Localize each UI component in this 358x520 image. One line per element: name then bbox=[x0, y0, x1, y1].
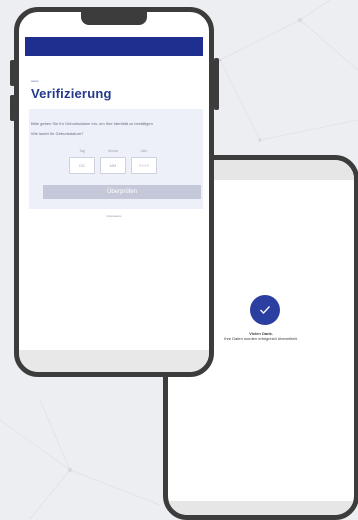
month-label: Monat bbox=[108, 149, 118, 153]
phone-side-button bbox=[10, 60, 15, 86]
intro-text: Bitte geben Sie Ihr Geburtsdatum ein, um… bbox=[31, 121, 153, 126]
success-check-icon bbox=[250, 295, 280, 325]
year-input[interactable]: YYYY bbox=[131, 157, 157, 174]
day-input[interactable]: DD bbox=[69, 157, 95, 174]
page-title: Verifizierung bbox=[31, 86, 112, 101]
brand-logo: swiss bbox=[31, 79, 39, 83]
phone-side-button bbox=[214, 58, 219, 110]
year-label: Jahr bbox=[140, 149, 148, 153]
day-label: Tag bbox=[79, 149, 85, 153]
verification-screen: swiss Verifizierung Bitte geben Sie Ihr … bbox=[19, 12, 209, 372]
month-input[interactable]: MM bbox=[100, 157, 126, 174]
verification-phone: swiss Verifizierung Bitte geben Sie Ihr … bbox=[14, 7, 214, 377]
birthdate-question: Wie lautet Ihr Geburtsdatum? bbox=[31, 131, 84, 136]
app-header-bar bbox=[25, 37, 203, 56]
home-bar bbox=[19, 350, 209, 372]
phone-side-button bbox=[10, 95, 15, 121]
imprint-link[interactable]: Impressum bbox=[19, 214, 209, 218]
verify-button[interactable]: Überprüfen bbox=[43, 185, 201, 199]
home-bar bbox=[168, 501, 354, 515]
